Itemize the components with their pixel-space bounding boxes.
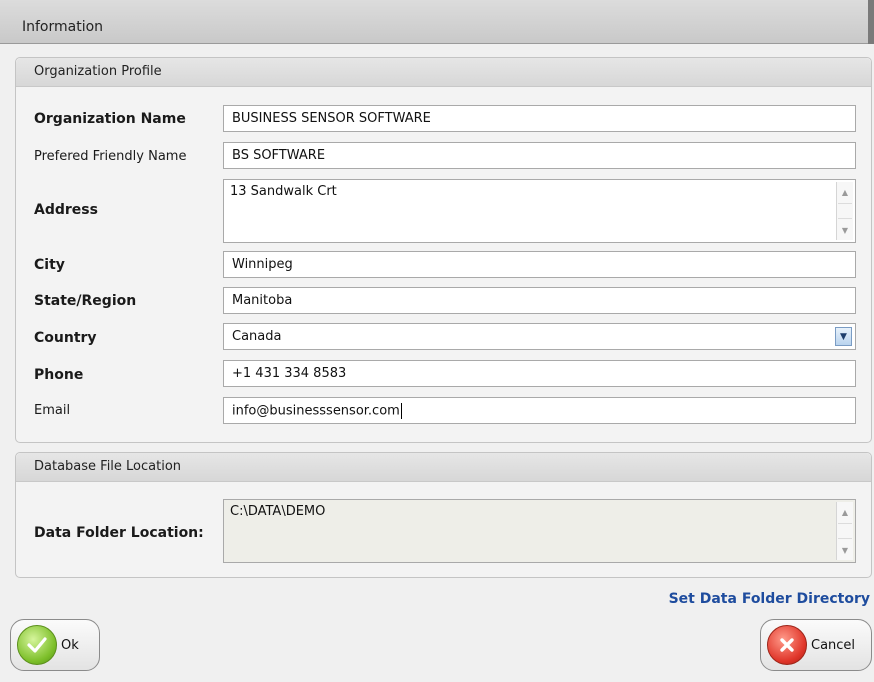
text-caret <box>400 403 402 419</box>
arrow-down-icon[interactable]: ▼ <box>837 221 853 239</box>
country-selected-value: Canada <box>232 329 282 344</box>
organization-name-label: Organization Name <box>34 111 186 127</box>
country-select[interactable]: Canada ▼ <box>223 323 856 350</box>
state-region-label: State/Region <box>34 293 137 309</box>
address-label: Address <box>34 202 98 218</box>
data-folder-value: C:\DATA\DEMO <box>230 504 326 519</box>
email-label: Email <box>34 403 71 418</box>
data-folder-scrollbar[interactable]: ▲ ▼ <box>836 502 853 560</box>
checkmark-icon <box>17 625 57 665</box>
database-location-header: Database File Location <box>16 453 871 482</box>
database-location-group: Database File Location Data Folder Locat… <box>15 452 872 578</box>
email-input[interactable]: info@businesssensor.com <box>223 397 856 424</box>
address-scrollbar[interactable]: ▲ ▼ <box>836 182 853 240</box>
ok-button[interactable]: Ok <box>10 619 100 671</box>
arrow-down-icon[interactable]: ▼ <box>837 541 853 559</box>
window-title: Information <box>22 19 104 35</box>
data-folder-textarea[interactable]: C:\DATA\DEMO ▲ ▼ <box>223 499 856 563</box>
cancel-button-label: Cancel <box>811 637 856 653</box>
organization-profile-header: Organization Profile <box>16 58 871 87</box>
titlebar-edge <box>868 0 874 44</box>
organization-name-input[interactable]: BUSINESS SENSOR SOFTWARE <box>223 105 856 132</box>
friendly-name-label: Prefered Friendly Name <box>34 149 187 164</box>
chevron-down-icon[interactable]: ▼ <box>835 327 852 346</box>
arrow-up-icon[interactable]: ▲ <box>837 183 853 201</box>
ok-button-label: Ok <box>61 637 79 653</box>
state-region-input[interactable]: Manitoba <box>223 287 856 314</box>
address-textarea[interactable]: 13 Sandwalk Crt ▲ ▼ <box>223 179 856 243</box>
phone-label: Phone <box>34 367 84 383</box>
window-titlebar: Information <box>0 0 874 44</box>
set-data-folder-link[interactable]: Set Data Folder Directory <box>669 591 870 607</box>
arrow-up-icon[interactable]: ▲ <box>837 503 853 521</box>
organization-profile-group: Organization Profile Organization Name B… <box>15 57 872 443</box>
city-label: City <box>34 257 65 273</box>
data-folder-label: Data Folder Location: <box>34 525 204 541</box>
country-label: Country <box>34 330 97 346</box>
city-input[interactable]: Winnipeg <box>223 251 856 278</box>
address-value: 13 Sandwalk Crt <box>230 184 337 199</box>
phone-input[interactable]: +1 431 334 8583 <box>223 360 856 387</box>
email-value: info@businesssensor.com <box>232 403 400 419</box>
close-x-icon <box>767 625 807 665</box>
cancel-button[interactable]: Cancel <box>760 619 872 671</box>
friendly-name-input[interactable]: BS SOFTWARE <box>223 142 856 169</box>
